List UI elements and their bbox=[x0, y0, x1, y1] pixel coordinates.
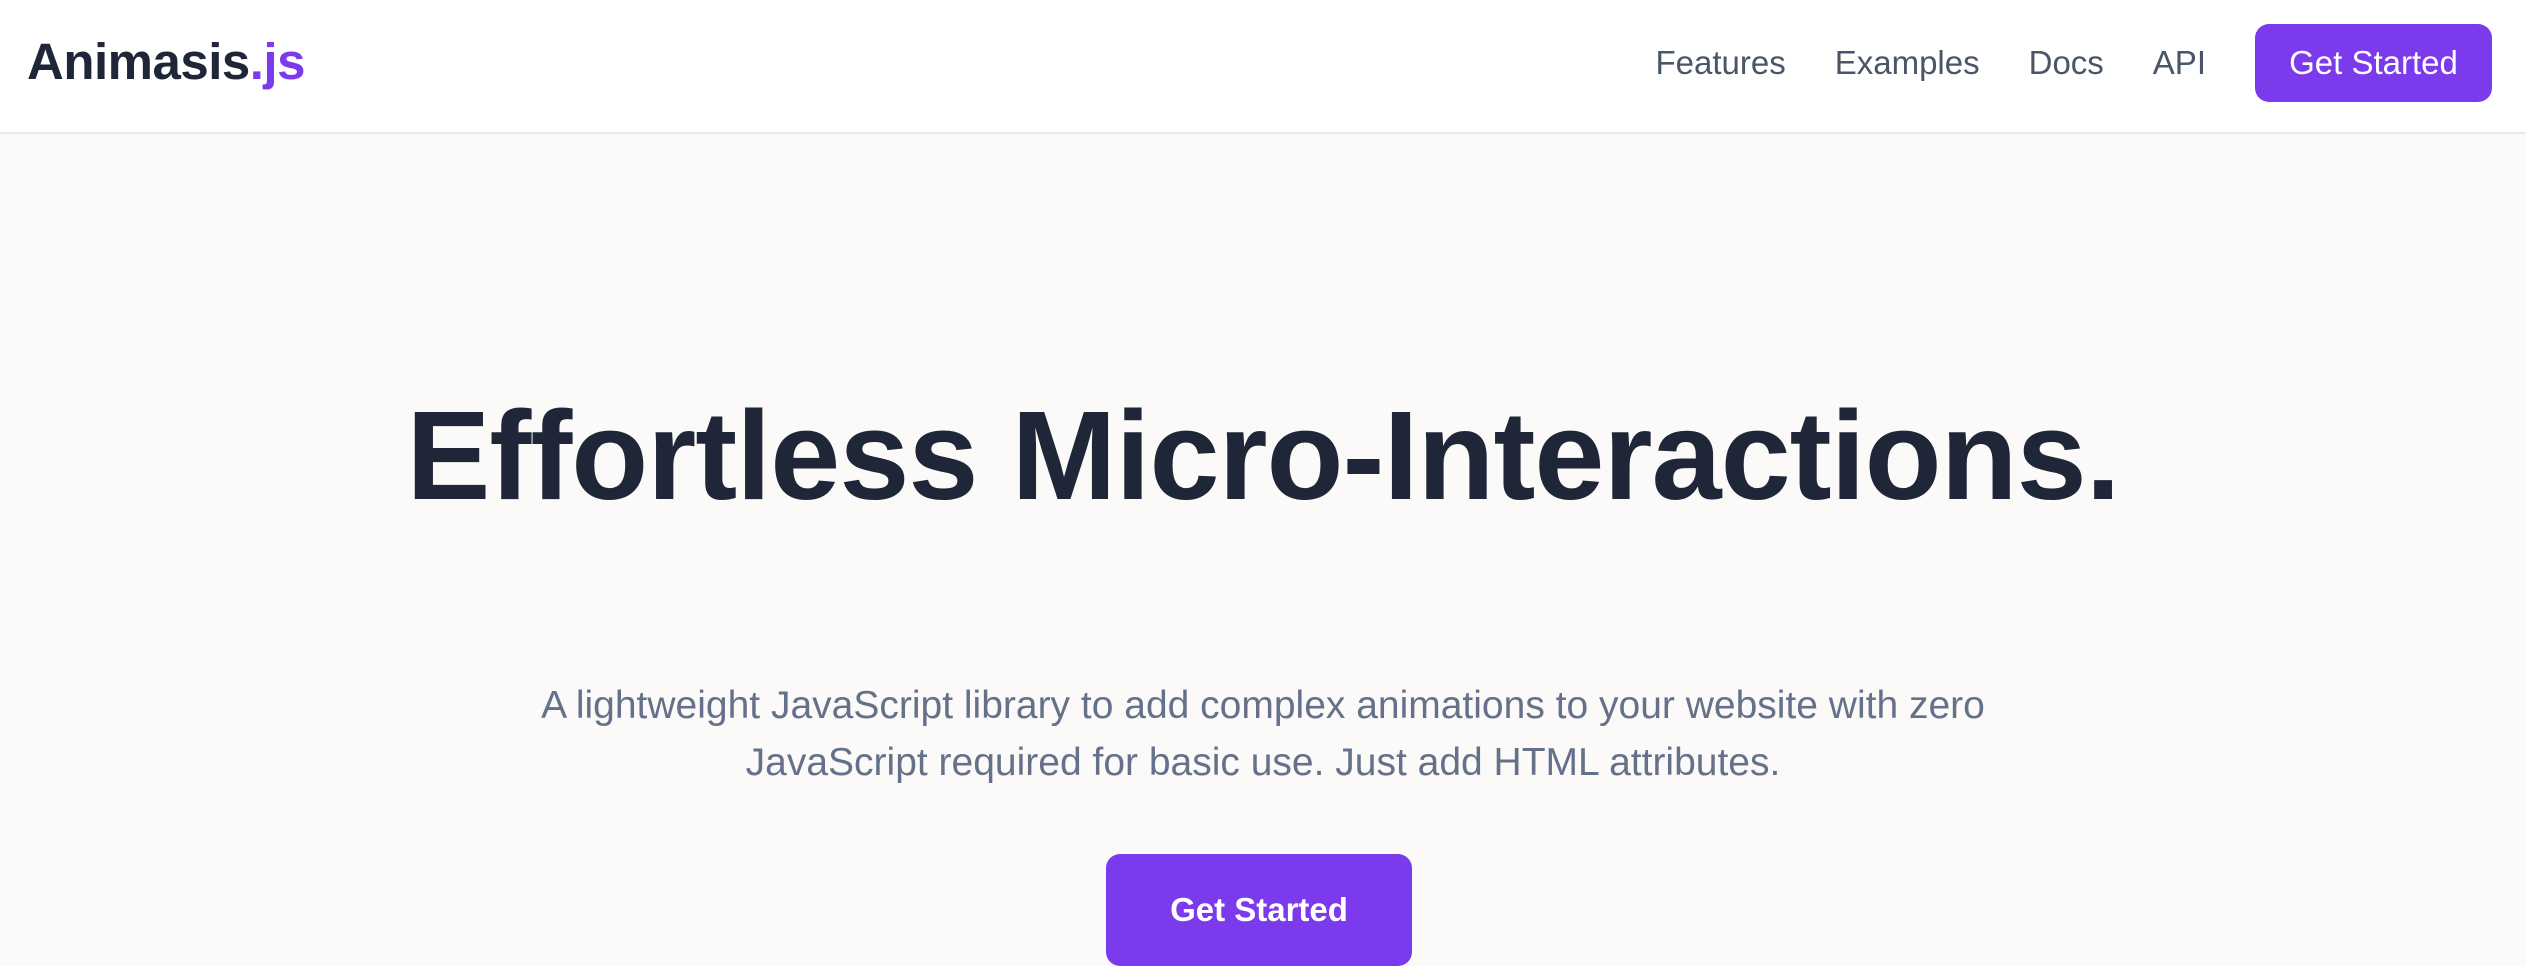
hero-subtitle: A lightweight JavaScript library to add … bbox=[541, 684, 1985, 784]
nav-get-started-button[interactable]: Get Started bbox=[2255, 24, 2492, 102]
main-nav: Features Examples Docs API Get Started bbox=[1655, 24, 2492, 102]
logo[interactable]: Animasis.js bbox=[27, 29, 305, 95]
hero-section: Effortless Micro-Interactions. A lightwe… bbox=[0, 134, 2526, 966]
site-header: Animasis.js Features Examples Docs API G… bbox=[0, 0, 2526, 134]
nav-link-api[interactable]: API bbox=[2153, 44, 2206, 82]
hero-get-started-button[interactable]: Get Started bbox=[1106, 854, 1412, 966]
nav-link-docs[interactable]: Docs bbox=[2029, 44, 2104, 82]
hero-title: Effortless Micro-Interactions. bbox=[406, 385, 2120, 526]
nav-link-features[interactable]: Features bbox=[1655, 44, 1785, 82]
nav-link-examples[interactable]: Examples bbox=[1835, 44, 1980, 82]
logo-suffix: .js bbox=[249, 33, 306, 90]
logo-name: Animasis bbox=[27, 33, 250, 90]
